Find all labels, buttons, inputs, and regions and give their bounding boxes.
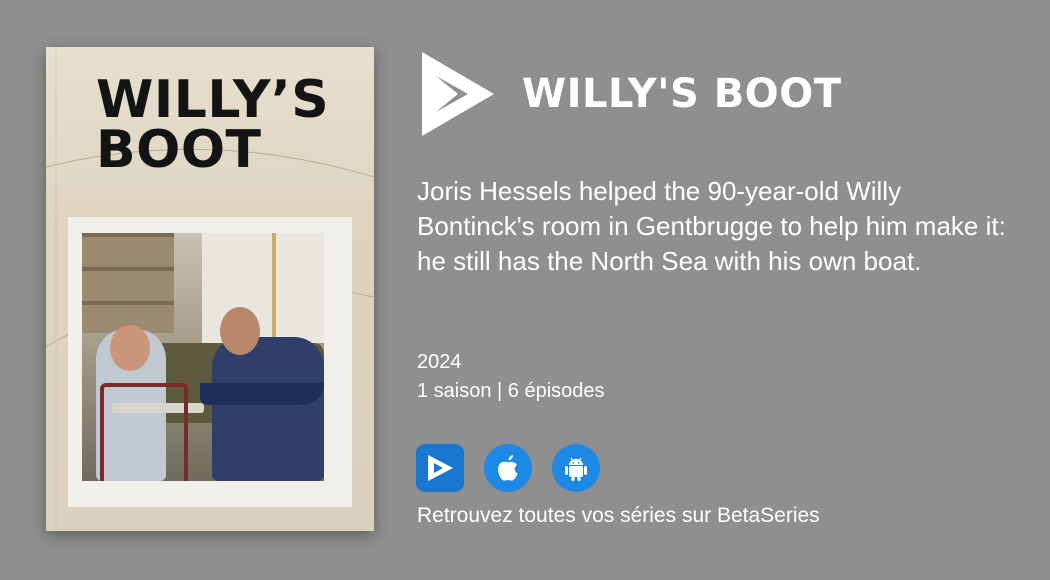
show-title: WILLY'S BOOT [522,71,842,117]
bookshelf [82,233,174,333]
betaseries-logo-icon[interactable] [418,50,496,138]
android-icon [565,457,587,481]
show-description: Joris Hessels helped the 90-year-old Wil… [417,176,1006,276]
boat-hull [200,383,324,405]
poster-photo [82,233,324,481]
betaseries-app-button[interactable] [416,444,464,492]
show-year: 2024 [417,351,462,373]
old-man-head [110,325,150,371]
betaseries-icon [428,455,453,481]
apple-app-button[interactable] [484,444,532,492]
poster-photo-frame [68,217,352,507]
show-seasons-episodes: 1 saison | 6 épisodes [417,380,605,402]
android-app-button[interactable] [552,444,600,492]
walker [100,383,188,481]
app-links [416,444,600,492]
betaseries-tagline: Retrouvez toutes vos séries sur BetaSeri… [417,504,820,527]
poster-title: WILLY’S BOOT [96,70,330,180]
apple-icon [498,455,518,481]
show-header: WILLY'S BOOT [418,50,841,138]
young-man-head [220,307,260,355]
show-meta: 2024 1 saison | 6 épisodes [417,348,605,406]
young-man [212,337,324,481]
show-poster: WILLY’S BOOT [46,47,374,531]
